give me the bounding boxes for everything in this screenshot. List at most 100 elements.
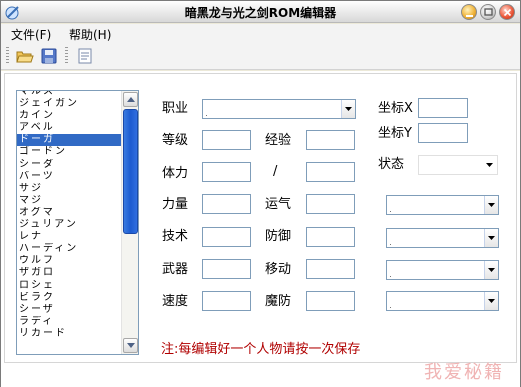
open-folder-icon[interactable] bbox=[16, 47, 34, 65]
list-item[interactable]: ハーディン bbox=[17, 243, 121, 255]
strength-input[interactable] bbox=[202, 194, 251, 214]
menu-help[interactable]: 帮助(H) bbox=[69, 26, 111, 43]
skill-input[interactable] bbox=[202, 227, 251, 247]
chevron-down-icon bbox=[486, 163, 493, 167]
list-item[interactable]: サジ bbox=[17, 183, 121, 195]
coord-x-input[interactable] bbox=[418, 98, 468, 118]
chevron-down-icon bbox=[345, 107, 352, 111]
resistance-label: 魔防 bbox=[265, 294, 292, 309]
item-combo-4-dropdown[interactable] bbox=[484, 292, 498, 310]
item-combo-3[interactable] bbox=[386, 260, 499, 280]
hp-slash: / bbox=[273, 164, 278, 179]
weapon-input[interactable] bbox=[202, 259, 251, 279]
list-item[interactable]: ラディ bbox=[17, 316, 121, 328]
combo-focus-dot bbox=[390, 307, 391, 308]
list-item[interactable]: ロシェ bbox=[17, 280, 121, 292]
combo-focus-dot bbox=[390, 211, 391, 212]
item-combo-1[interactable] bbox=[386, 195, 499, 215]
window-title: 暗黑龙与光之剑ROM编辑器 bbox=[184, 6, 337, 20]
chevron-down-icon bbox=[488, 268, 495, 272]
chevron-down-icon bbox=[488, 203, 495, 207]
status-label: 状态 bbox=[378, 157, 405, 172]
coord-x-label: 坐标X bbox=[378, 101, 413, 116]
toolbar-grip[interactable] bbox=[6, 47, 9, 65]
character-list[interactable]: マルス ジェイガン カイン アベル ドーガ ゴードン シーダ バーツ サジ マジ オグマ ジュリアンレ… bbox=[16, 90, 139, 355]
list-item[interactable]: ゴードン bbox=[17, 146, 121, 158]
hp-current-input[interactable] bbox=[202, 162, 251, 182]
list-item[interactable]: アベル bbox=[17, 122, 121, 134]
menu-file[interactable]: 文件(F) bbox=[11, 26, 51, 43]
close-icon bbox=[503, 8, 512, 17]
item-combo-4[interactable] bbox=[386, 291, 499, 311]
minimize-button[interactable] bbox=[461, 4, 477, 20]
watermark: 我爱秘籍 bbox=[424, 362, 504, 383]
list-item[interactable]: ドーガ bbox=[17, 134, 121, 147]
scroll-down-button[interactable] bbox=[123, 338, 138, 353]
list-item[interactable]: リカード bbox=[17, 328, 121, 340]
status-combo-dropdown[interactable] bbox=[483, 156, 497, 174]
chevron-down-icon bbox=[488, 299, 495, 303]
level-input[interactable] bbox=[202, 130, 251, 150]
list-item[interactable]: オグマ bbox=[17, 207, 121, 219]
item-combo-1-dropdown[interactable] bbox=[484, 196, 498, 214]
list-item[interactable]: バーツ bbox=[17, 171, 121, 183]
status-combo[interactable] bbox=[418, 155, 498, 175]
resistance-input[interactable] bbox=[306, 291, 355, 311]
exp-label: 经验 bbox=[265, 133, 292, 148]
speed-label: 速度 bbox=[162, 294, 189, 309]
scroll-thumb[interactable] bbox=[123, 109, 138, 234]
item-combo-3-dropdown[interactable] bbox=[484, 261, 498, 279]
close-button[interactable] bbox=[499, 4, 515, 20]
class-combo[interactable] bbox=[202, 99, 356, 119]
luck-input[interactable] bbox=[306, 194, 355, 214]
list-item[interactable]: ジュリアン bbox=[17, 219, 121, 231]
level-label: 等级 bbox=[162, 133, 189, 148]
title-bar: 暗黑龙与光之剑ROM编辑器 bbox=[1, 1, 520, 23]
list-item[interactable]: マジ bbox=[17, 195, 121, 207]
save-icon[interactable] bbox=[40, 47, 58, 65]
client-area: マルス ジェイガン カイン アベル ドーガ ゴードン シーダ バーツ サジ マジ オグマ ジュリアンレ… bbox=[1, 71, 520, 387]
class-label: 职业 bbox=[162, 101, 189, 116]
chevron-down-icon bbox=[488, 236, 495, 240]
luck-label: 运气 bbox=[265, 197, 292, 212]
defense-label: 防御 bbox=[265, 229, 292, 244]
arrow-down-icon bbox=[127, 343, 135, 348]
list-item[interactable]: ザガロ bbox=[17, 267, 121, 279]
skill-label: 技术 bbox=[162, 229, 189, 244]
arrow-up-icon bbox=[127, 97, 135, 102]
list-item[interactable]: カイン bbox=[17, 110, 121, 122]
save-note: 注:每编辑好一个人物请按一次保存 bbox=[161, 342, 361, 357]
speed-input[interactable] bbox=[202, 291, 251, 311]
hp-max-input[interactable] bbox=[306, 162, 355, 182]
toolbar bbox=[1, 42, 520, 70]
combo-focus-dot bbox=[390, 244, 391, 245]
list-item[interactable]: ジェイガン bbox=[17, 98, 121, 110]
document-icon[interactable] bbox=[76, 47, 94, 65]
coord-y-label: 坐标Y bbox=[378, 126, 412, 141]
list-scrollbar[interactable] bbox=[121, 91, 138, 354]
list-item[interactable]: レナ bbox=[17, 231, 121, 243]
menu-bar: 文件(F) 帮助(H) bbox=[1, 24, 520, 42]
list-item[interactable]: マルス bbox=[17, 91, 121, 98]
scroll-up-button[interactable] bbox=[123, 92, 138, 107]
list-item[interactable]: ウルフ bbox=[17, 255, 121, 267]
class-combo-dropdown[interactable] bbox=[341, 100, 355, 118]
coord-y-input[interactable] bbox=[418, 123, 468, 143]
combo-focus-dot bbox=[206, 115, 207, 116]
exp-input[interactable] bbox=[306, 130, 355, 150]
combo-focus-dot bbox=[390, 276, 391, 277]
move-input[interactable] bbox=[306, 259, 355, 279]
weapon-label: 武器 bbox=[162, 262, 189, 277]
strength-label: 力量 bbox=[162, 197, 189, 212]
item-combo-2[interactable] bbox=[386, 228, 499, 248]
list-item[interactable]: シーダ bbox=[17, 159, 121, 171]
hp-label: 体力 bbox=[162, 166, 189, 181]
main-window: 暗黑龙与光之剑ROM编辑器 文件(F) 帮助(H) マルス ジェイガン カイン … bbox=[0, 0, 521, 387]
list-item[interactable]: ビラク bbox=[17, 292, 121, 304]
maximize-button[interactable] bbox=[480, 4, 496, 20]
list-item[interactable]: シーザ bbox=[17, 304, 121, 316]
item-combo-2-dropdown[interactable] bbox=[484, 229, 498, 247]
maximize-icon bbox=[484, 8, 493, 16]
defense-input[interactable] bbox=[306, 227, 355, 247]
character-list-items: マルス ジェイガン カイン アベル ドーガ ゴードン シーダ バーツ サジ マジ オグマ ジュリアンレ… bbox=[17, 91, 121, 340]
